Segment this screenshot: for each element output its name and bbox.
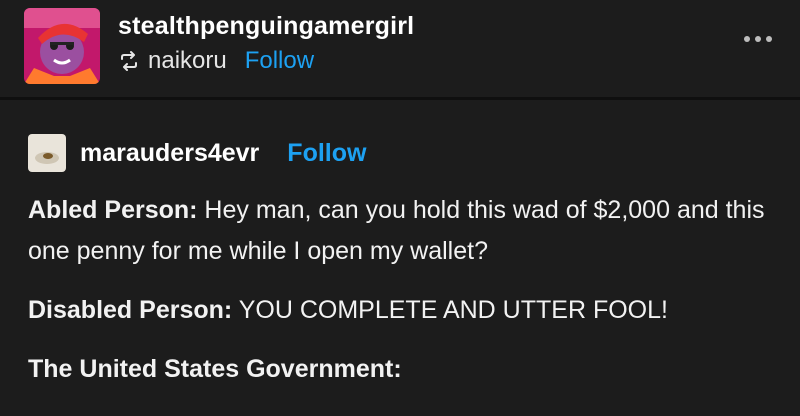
reblog-source-row: naikoru Follow (118, 46, 314, 76)
speaker-label: The United States Government: (28, 355, 402, 383)
post-avatar[interactable] (28, 134, 66, 172)
dot (744, 36, 750, 42)
dialogue-text: YOU COMPLETE AND UTTER FOOL! (232, 296, 668, 324)
reblog-icon (121, 51, 137, 71)
more-options-icon[interactable] (744, 34, 772, 44)
speaker-label: Abled Person: (28, 196, 198, 224)
reblogged-from-username[interactable]: naikoru (148, 47, 227, 75)
reblog-header: stealthpenguingamergirl naikoru Follow (0, 0, 800, 95)
divider (0, 97, 800, 100)
dot (755, 36, 761, 42)
user-avatar[interactable] (24, 8, 100, 84)
avatar-illustration-icon (24, 8, 100, 84)
post-author-username[interactable]: marauders4evr (80, 139, 259, 168)
dialogue-line: The United States Government: (28, 349, 778, 390)
reblogger-username[interactable]: stealthpenguingamergirl (118, 12, 414, 41)
dialogue-line: Abled Person: Hey man, can you hold this… (28, 190, 778, 272)
dialogue-line: Disabled Person: YOU COMPLETE AND UTTER … (28, 290, 778, 331)
speaker-label: Disabled Person: (28, 296, 233, 324)
follow-button-post[interactable]: Follow (287, 139, 366, 168)
post-body: Abled Person: Hey man, can you hold this… (28, 190, 778, 408)
dot (766, 36, 772, 42)
avatar-photo-icon (28, 134, 66, 172)
follow-button-reblog[interactable]: Follow (245, 47, 314, 75)
post-header: marauders4evr Follow (28, 133, 366, 173)
